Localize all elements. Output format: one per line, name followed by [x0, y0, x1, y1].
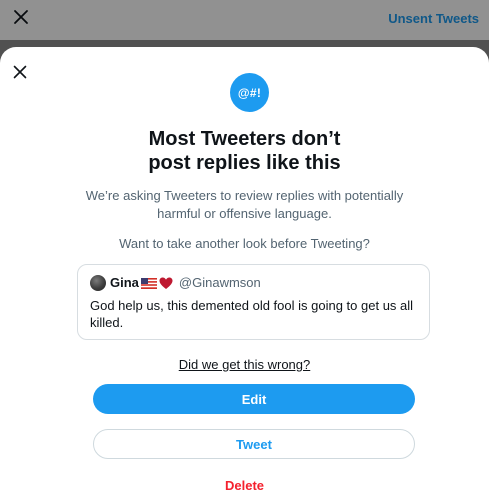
us-flag-icon — [140, 277, 157, 289]
tweet-preview-card: Gina @Ginawmson God help us, this dement… — [77, 264, 430, 340]
avatar — [90, 275, 106, 291]
tweet-button[interactable]: Tweet — [93, 429, 415, 459]
tweet-display-name: Gina — [110, 275, 139, 290]
tweet-header: Gina @Ginawmson — [90, 275, 261, 291]
reply-prompt-modal: @#! Most Tweeters don’t post replies lik… — [0, 47, 489, 500]
modal-close-icon[interactable] — [9, 61, 31, 83]
title-line-2: post replies like this — [148, 152, 341, 174]
app-screen: Unsent Tweets @#! Most Tweeters don’t po… — [0, 0, 489, 500]
symbol-badge-icon: @#! — [230, 73, 269, 112]
badge-text: @#! — [237, 85, 262, 100]
delete-button[interactable]: Delete — [0, 478, 489, 493]
modal-description: We’re asking Tweeters to review replies … — [85, 188, 404, 221]
did-we-get-this-wrong-link[interactable]: Did we get this wrong? — [179, 357, 311, 372]
review-prompt: Want to take another look before Tweetin… — [119, 236, 370, 251]
tweet-handle: @Ginawmson — [178, 275, 261, 290]
red-heart-icon — [159, 277, 173, 290]
feedback-row: Did we get this wrong? — [0, 357, 489, 372]
title-line-1: Most Tweeters don’t — [148, 128, 341, 150]
edit-button[interactable]: Edit — [93, 384, 415, 414]
tweet-text: God help us, this demented old fool is g… — [90, 298, 414, 330]
modal-title: Most Tweeters don’t post replies like th… — [0, 127, 489, 175]
